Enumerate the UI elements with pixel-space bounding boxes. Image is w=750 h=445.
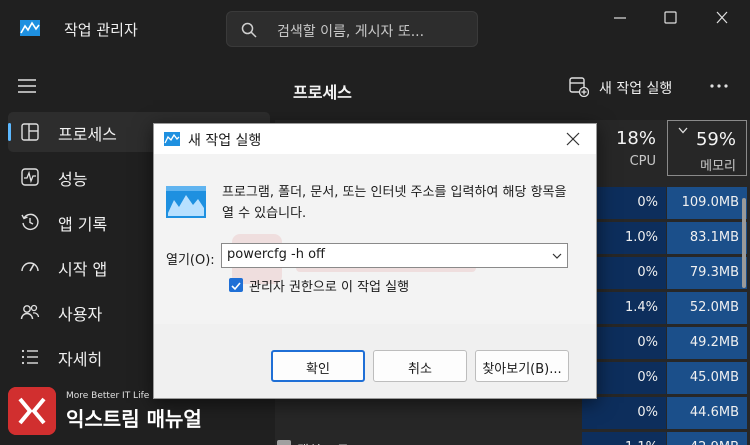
cancel-button[interactable]: 취소 — [373, 350, 467, 382]
page-title: 프로세스 — [293, 83, 352, 102]
process-icon — [277, 440, 291, 445]
search-icon — [241, 22, 257, 38]
brand-logo: More Better IT Life 익스트림 매뉴얼 — [8, 387, 268, 439]
memory-cell: 79.3MB — [667, 257, 747, 289]
open-label: 열기(O): — [166, 253, 215, 268]
brand-tagline: More Better IT Life — [66, 391, 150, 401]
hamburger-icon[interactable] — [18, 78, 38, 94]
table-row[interactable]: 0% 44.6MB — [275, 397, 750, 429]
memory-label: 메모리 — [700, 159, 736, 174]
processes-icon — [21, 123, 39, 141]
run-task-label: 새 작업 실행 — [599, 81, 673, 97]
sidebar-item-label: 자세히 — [58, 350, 103, 369]
task-manager-icon — [20, 20, 40, 36]
search-box[interactable]: 검색할 이름, 게시자 또... — [226, 11, 478, 47]
memory-cell: 45.0MB — [667, 362, 747, 394]
active-indicator — [8, 123, 11, 141]
browse-button[interactable]: 찾아보기(B)... — [475, 350, 569, 382]
maximize-icon[interactable] — [658, 8, 682, 28]
close-icon[interactable] — [566, 132, 580, 146]
minimize-icon[interactable] — [608, 8, 632, 28]
sidebar-item-label: 앱 기록 — [58, 215, 108, 234]
more-icon[interactable] — [709, 82, 729, 90]
memory-total: 59% — [695, 129, 736, 150]
users-icon — [20, 304, 40, 320]
history-icon — [21, 213, 39, 231]
title-bar: 작업 관리자 검색할 이름, 게시자 또... — [0, 0, 750, 58]
ok-button[interactable]: 확인 — [271, 350, 365, 382]
cpu-cell: 1.1% — [582, 432, 666, 445]
open-combobox[interactable]: powercfg -h off — [221, 243, 568, 268]
startup-icon — [21, 262, 39, 272]
main-header: 프로세스 새 작업 실행 — [275, 58, 750, 120]
dialog-title-bar: 새 작업 실행 — [154, 124, 596, 154]
app-title: 작업 관리자 — [64, 21, 138, 39]
memory-cell: 83.1MB — [667, 222, 747, 254]
run-large-icon — [166, 186, 206, 218]
performance-icon — [21, 168, 39, 186]
brand-logo-icon — [8, 387, 56, 435]
admin-checkbox-label[interactable]: 관리자 권한으로 이 작업 실행 — [249, 276, 409, 295]
column-header-memory[interactable]: 59% 메모리 — [667, 120, 747, 176]
process-name: 캡처 도구 — [297, 440, 349, 445]
memory-cell: 44.6MB — [667, 397, 747, 429]
memory-cell: 109.0MB — [667, 187, 747, 219]
brand-name: 익스트림 매뉴얼 — [66, 407, 202, 431]
chevron-down-icon — [678, 127, 688, 134]
chevron-down-icon[interactable] — [552, 253, 562, 259]
sidebar-item-label: 프로세스 — [58, 125, 117, 144]
cpu-cell: 0% — [582, 397, 666, 429]
cpu-label: CPU — [629, 154, 656, 169]
search-placeholder[interactable]: 검색할 이름, 게시자 또... — [277, 21, 473, 41]
memory-cell: 42.9MB — [667, 432, 747, 445]
scrollbar[interactable] — [742, 198, 746, 288]
memory-cell: 49.2MB — [667, 327, 747, 359]
run-icon — [164, 132, 180, 146]
open-input-value[interactable]: powercfg -h off — [227, 247, 325, 262]
cpu-total: 18% — [615, 128, 656, 149]
close-icon[interactable] — [710, 8, 734, 28]
sidebar-item-label: 성능 — [58, 170, 88, 189]
check-icon — [231, 282, 241, 291]
run-task-icon — [569, 77, 589, 97]
run-dialog: 새 작업 실행 프로그램, 폴더, 문서, 또는 인터넷 주소를 입력하여 해당… — [153, 123, 597, 399]
admin-checkbox[interactable] — [229, 278, 243, 292]
dialog-title: 새 작업 실행 — [188, 133, 262, 149]
memory-cell: 52.0MB — [667, 292, 747, 324]
table-row[interactable]: 캡처 도구 1.1%42.9MB — [275, 432, 750, 445]
dialog-description: 프로그램, 폴더, 문서, 또는 인터넷 주소를 입력하여 해당 항목을 열 수… — [222, 185, 567, 221]
sidebar-item-label: 시작 앱 — [58, 260, 108, 279]
details-icon — [21, 349, 38, 365]
sidebar-item-label: 사용자 — [58, 305, 103, 324]
